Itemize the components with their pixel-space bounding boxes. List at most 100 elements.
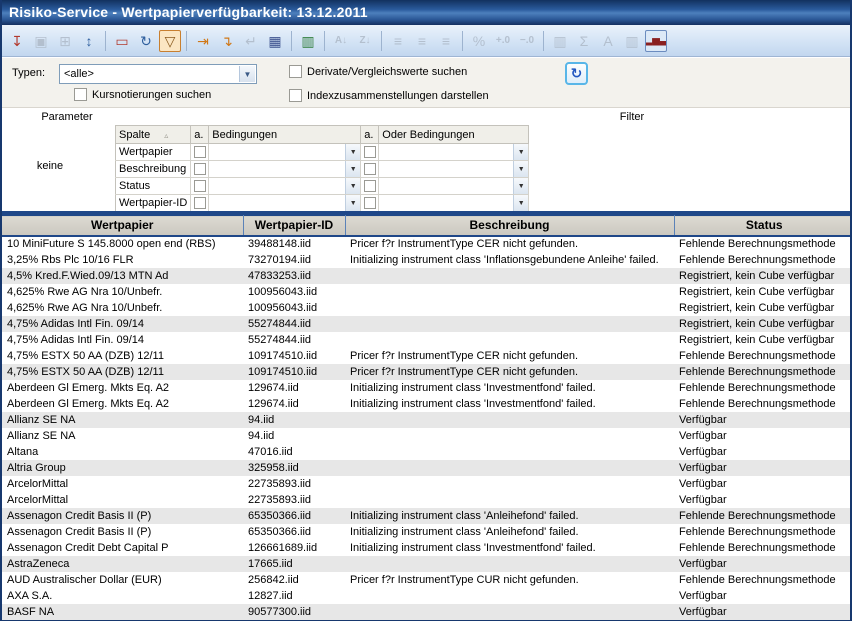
cell-status: Registriert, kein Cube verfügbar	[674, 284, 852, 300]
or-condition-dropdown[interactable]: ▼	[379, 144, 528, 160]
cell-status: Verfügbar	[674, 604, 852, 620]
cell-beschreibung	[345, 492, 674, 508]
chevron-down-icon[interactable]: ▼	[239, 66, 255, 82]
or-condition-dropdown[interactable]: ▼	[379, 178, 528, 194]
cell-status: Verfügbar	[674, 412, 852, 428]
table-row[interactable]: AstraZeneca17665.iidVerfügbar	[2, 556, 852, 572]
table-row[interactable]: BASF NA90577300.iidVerfügbar	[2, 604, 852, 620]
fit-height-icon[interactable]: ↕	[78, 30, 100, 52]
table-row[interactable]: Allianz SE NA94.iidVerfügbar	[2, 412, 852, 428]
table-row[interactable]: Altria Group325958.iidVerfügbar	[2, 460, 852, 476]
chevron-down-icon[interactable]: ▼	[513, 144, 528, 160]
table-row[interactable]: AUD Australischer Dollar (EUR)256842.iid…	[2, 572, 852, 588]
cell-wertpapier-id: 47833253.iid	[243, 268, 345, 284]
parameter-grid-header[interactable]: Oder Bedingungen	[379, 126, 529, 144]
table-row[interactable]: 4,75% ESTX 50 AA (DZB) 12/11109174510.ii…	[2, 364, 852, 380]
chart-icon[interactable]: ▂▅▃	[645, 30, 667, 52]
table-row[interactable]: 4,75% Adidas Intl Fin. 09/1455274844.iid…	[2, 332, 852, 348]
parameter-grid-header[interactable]: Bedingungen	[209, 126, 361, 144]
cell-wertpapier-id: 109174510.iid	[243, 348, 345, 364]
cell-wertpapier-id: 65350366.iid	[243, 524, 345, 540]
row-filter-icon: ▥	[549, 30, 571, 52]
cell-wertpapier: 4,75% ESTX 50 AA (DZB) 12/11	[2, 348, 243, 364]
toolbar-separator	[543, 31, 544, 51]
typen-dropdown[interactable]: <alle> ▼	[59, 64, 257, 84]
and-condition-checkbox[interactable]	[194, 180, 206, 192]
table-row[interactable]: Aberdeen Gl Emerg. Mkts Eq. A2129674.iid…	[2, 396, 852, 412]
parameter-value: keine	[20, 160, 80, 172]
chevron-down-icon[interactable]: ▼	[345, 161, 360, 177]
column-header-wertpapier-id[interactable]: Wertpapier-ID	[243, 216, 345, 236]
chevron-down-icon[interactable]: ▼	[345, 178, 360, 194]
derivate-checkbox[interactable]	[289, 65, 302, 78]
condition-dropdown[interactable]: ▼	[209, 195, 360, 211]
column-header-wertpapier[interactable]: Wertpapier	[2, 216, 243, 236]
table-row[interactable]: 4,625% Rwe AG Nra 10/Unbefr.100956043.ii…	[2, 300, 852, 316]
column-header-status[interactable]: Status	[674, 216, 852, 236]
parameter-grid-header[interactable]: a.	[361, 126, 379, 144]
chevron-down-icon[interactable]: ▼	[513, 195, 528, 211]
parameter-grid-header[interactable]: a.	[191, 126, 209, 144]
chevron-down-icon[interactable]: ▼	[345, 144, 360, 160]
parameter-grid-row: Beschreibung▼▼	[116, 161, 529, 178]
and-condition-checkbox[interactable]	[194, 197, 206, 209]
refresh-view-icon[interactable]: ↻	[135, 30, 157, 52]
table-row[interactable]: Assenagon Credit Basis II (P)65350366.ii…	[2, 508, 852, 524]
condition-dropdown[interactable]: ▼	[209, 161, 360, 177]
table-row[interactable]: Altana47016.iidVerfügbar	[2, 444, 852, 460]
chevron-down-icon[interactable]: ▼	[513, 178, 528, 194]
cell-status: Fehlende Berechnungsmethode	[674, 508, 852, 524]
table-row[interactable]: 4,75% Adidas Intl Fin. 09/1455274844.iid…	[2, 316, 852, 332]
toolbar-separator	[186, 31, 187, 51]
drill-down-icon[interactable]: ↴	[216, 30, 238, 52]
parameter-grid: Spalte▵a.Bedingungena.Oder Bedingungen W…	[115, 125, 529, 212]
table-row[interactable]: 3,25% Rbs Plc 10/16 FLR73270194.iidIniti…	[2, 252, 852, 268]
export-icon[interactable]: ↧	[6, 30, 28, 52]
column-header-beschreibung[interactable]: Beschreibung	[345, 216, 674, 236]
sum-icon: Σ	[573, 30, 595, 52]
cell-beschreibung	[345, 428, 674, 444]
column-filter-icon[interactable]: ▦	[264, 30, 286, 52]
parameter-grid-row: Wertpapier▼▼	[116, 144, 529, 161]
table-row[interactable]: 10 MiniFuture S 145.8000 open end (RBS)3…	[2, 236, 852, 252]
cell-beschreibung: Pricer f?r InstrumentType CER nicht gefu…	[345, 236, 674, 252]
toolbar-separator	[324, 31, 325, 51]
or-condition-dropdown[interactable]: ▼	[379, 161, 528, 177]
table-row[interactable]: 4,625% Rwe AG Nra 10/Unbefr.100956043.ii…	[2, 284, 852, 300]
table-row[interactable]: Allianz SE NA94.iidVerfügbar	[2, 428, 852, 444]
table-row[interactable]: 4,75% ESTX 50 AA (DZB) 12/11109174510.ii…	[2, 348, 852, 364]
or-condition-checkbox[interactable]	[364, 197, 376, 209]
table-row[interactable]: ArcelorMittal22735893.iidVerfügbar	[2, 476, 852, 492]
toolbar-separator	[381, 31, 382, 51]
table-row[interactable]: AXA S.A.12827.iidVerfügbar	[2, 588, 852, 604]
kursnotierungen-checkbox[interactable]	[74, 88, 87, 101]
parameter-grid-row: Status▼▼	[116, 178, 529, 195]
chevron-down-icon[interactable]: ▼	[345, 195, 360, 211]
drill-in-icon[interactable]: ⇥	[192, 30, 214, 52]
refresh-button[interactable]: ↻	[565, 62, 588, 85]
column-select-icon[interactable]: ▥	[297, 30, 319, 52]
cell-wertpapier-id: 126661689.iid	[243, 540, 345, 556]
index-checkbox[interactable]	[289, 89, 302, 102]
or-condition-checkbox[interactable]	[364, 163, 376, 175]
table-row[interactable]: Assenagon Credit Debt Capital P126661689…	[2, 540, 852, 556]
and-condition-checkbox[interactable]	[194, 146, 206, 158]
condition-dropdown[interactable]: ▼	[209, 178, 360, 194]
condition-dropdown[interactable]: ▼	[209, 144, 360, 160]
or-condition-checkbox[interactable]	[364, 146, 376, 158]
parameter-grid-row: Wertpapier-ID▼▼	[116, 195, 529, 212]
and-condition-checkbox[interactable]	[194, 163, 206, 175]
or-condition-checkbox[interactable]	[364, 180, 376, 192]
chevron-down-icon[interactable]: ▼	[513, 161, 528, 177]
parameter-grid-header[interactable]: Spalte▵	[116, 126, 191, 144]
or-condition-dropdown[interactable]: ▼	[379, 195, 528, 211]
table-row[interactable]: Assenagon Credit Basis II (P)65350366.ii…	[2, 524, 852, 540]
filter-icon[interactable]: ▽	[159, 30, 181, 52]
table-row[interactable]: ArcelorMittal22735893.iidVerfügbar	[2, 492, 852, 508]
toolbar-separator	[291, 31, 292, 51]
cell-wertpapier: ArcelorMittal	[2, 476, 243, 492]
cell-wertpapier: 4,75% Adidas Intl Fin. 09/14	[2, 316, 243, 332]
table-row[interactable]: Aberdeen Gl Emerg. Mkts Eq. A2129674.iid…	[2, 380, 852, 396]
fit-window-icon[interactable]: ▭	[111, 30, 133, 52]
table-row[interactable]: 4,5% Kred.F.Wied.09/13 MTN Ad47833253.ii…	[2, 268, 852, 284]
